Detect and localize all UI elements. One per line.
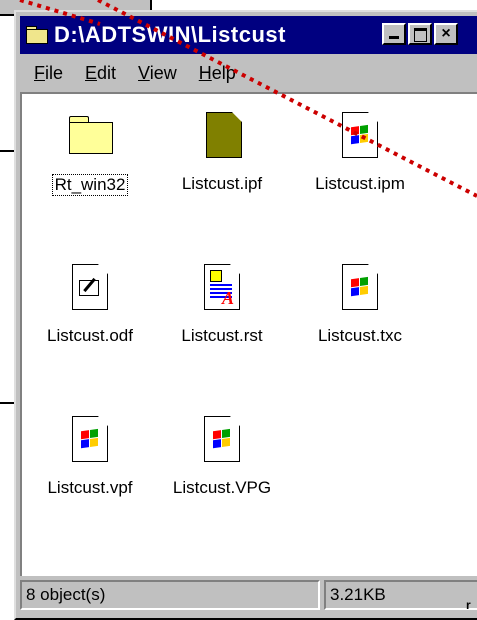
file-item[interactable]: Listcust.ipf: [152, 112, 292, 194]
menu-view-rest: iew: [149, 62, 177, 83]
folder-icon: [66, 112, 114, 164]
open-folder-icon: [26, 26, 48, 44]
notepad-document-icon: [66, 264, 114, 316]
file-name: Listcust.ipf: [181, 174, 263, 193]
file-item[interactable]: A Listcust.rst: [152, 264, 292, 346]
file-item[interactable]: Listcust.ipm: [290, 112, 430, 194]
file-item[interactable]: Listcust.VPG: [152, 416, 292, 498]
maximize-icon: [414, 28, 427, 42]
file-list-view[interactable]: Rt_win32 Listcust.ipf Listcust.ipm Listc…: [20, 92, 477, 576]
explorer-window: D:\ADTSWIN\Listcust × File Edit View Hel…: [14, 10, 477, 620]
menu-view-mnemonic: V: [138, 62, 150, 83]
file-name: Listcust.odf: [47, 326, 133, 345]
status-bar: 8 object(s) 3.21KB: [20, 580, 477, 612]
windows-document-icon: [66, 416, 114, 468]
menu-help-rest: elp: [211, 62, 236, 83]
close-button[interactable]: ×: [434, 23, 458, 45]
windows-document-icon: [336, 264, 384, 316]
windows-document-icon: [336, 112, 384, 164]
background-window-text: r: [466, 598, 471, 612]
window-title: D:\ADTSWIN\Listcust: [54, 22, 286, 47]
olive-document-icon: [198, 112, 246, 164]
menu-edit[interactable]: Edit: [85, 63, 116, 84]
menu-edit-rest: dit: [97, 62, 117, 83]
file-name: Listcust.VPG: [172, 478, 272, 497]
file-name: Listcust.txc: [317, 326, 403, 345]
file-item[interactable]: Rt_win32: [20, 112, 160, 196]
file-item[interactable]: Listcust.odf: [20, 264, 160, 346]
file-name: Rt_win32: [51, 174, 129, 196]
title-buttons: ×: [382, 23, 458, 45]
menu-edit-mnemonic: E: [85, 62, 98, 83]
menu-bar: File Edit View Help: [20, 60, 477, 86]
file-item[interactable]: Listcust.vpf: [20, 416, 160, 498]
menu-view[interactable]: View: [138, 63, 177, 84]
close-icon: ×: [441, 25, 451, 42]
minimize-icon: [389, 36, 399, 39]
file-item[interactable]: Listcust.txc: [290, 264, 430, 346]
status-object-count: 8 object(s): [20, 580, 320, 610]
rich-text-document-icon: A: [198, 264, 246, 316]
maximize-button[interactable]: [408, 23, 432, 45]
menu-file[interactable]: File: [34, 63, 63, 84]
file-name: Listcust.rst: [181, 326, 263, 345]
menu-file-rest: ile: [45, 62, 64, 83]
menu-help[interactable]: Help: [199, 63, 236, 84]
file-name: Listcust.vpf: [47, 478, 133, 497]
windows-document-icon: [198, 416, 246, 468]
title-bar[interactable]: D:\ADTSWIN\Listcust ×: [20, 16, 477, 54]
file-name: Listcust.ipm: [315, 174, 405, 193]
menu-file-mnemonic: F: [34, 62, 45, 83]
menu-help-mnemonic: H: [198, 62, 212, 83]
status-size: 3.21KB: [324, 580, 477, 610]
minimize-button[interactable]: [382, 23, 406, 45]
